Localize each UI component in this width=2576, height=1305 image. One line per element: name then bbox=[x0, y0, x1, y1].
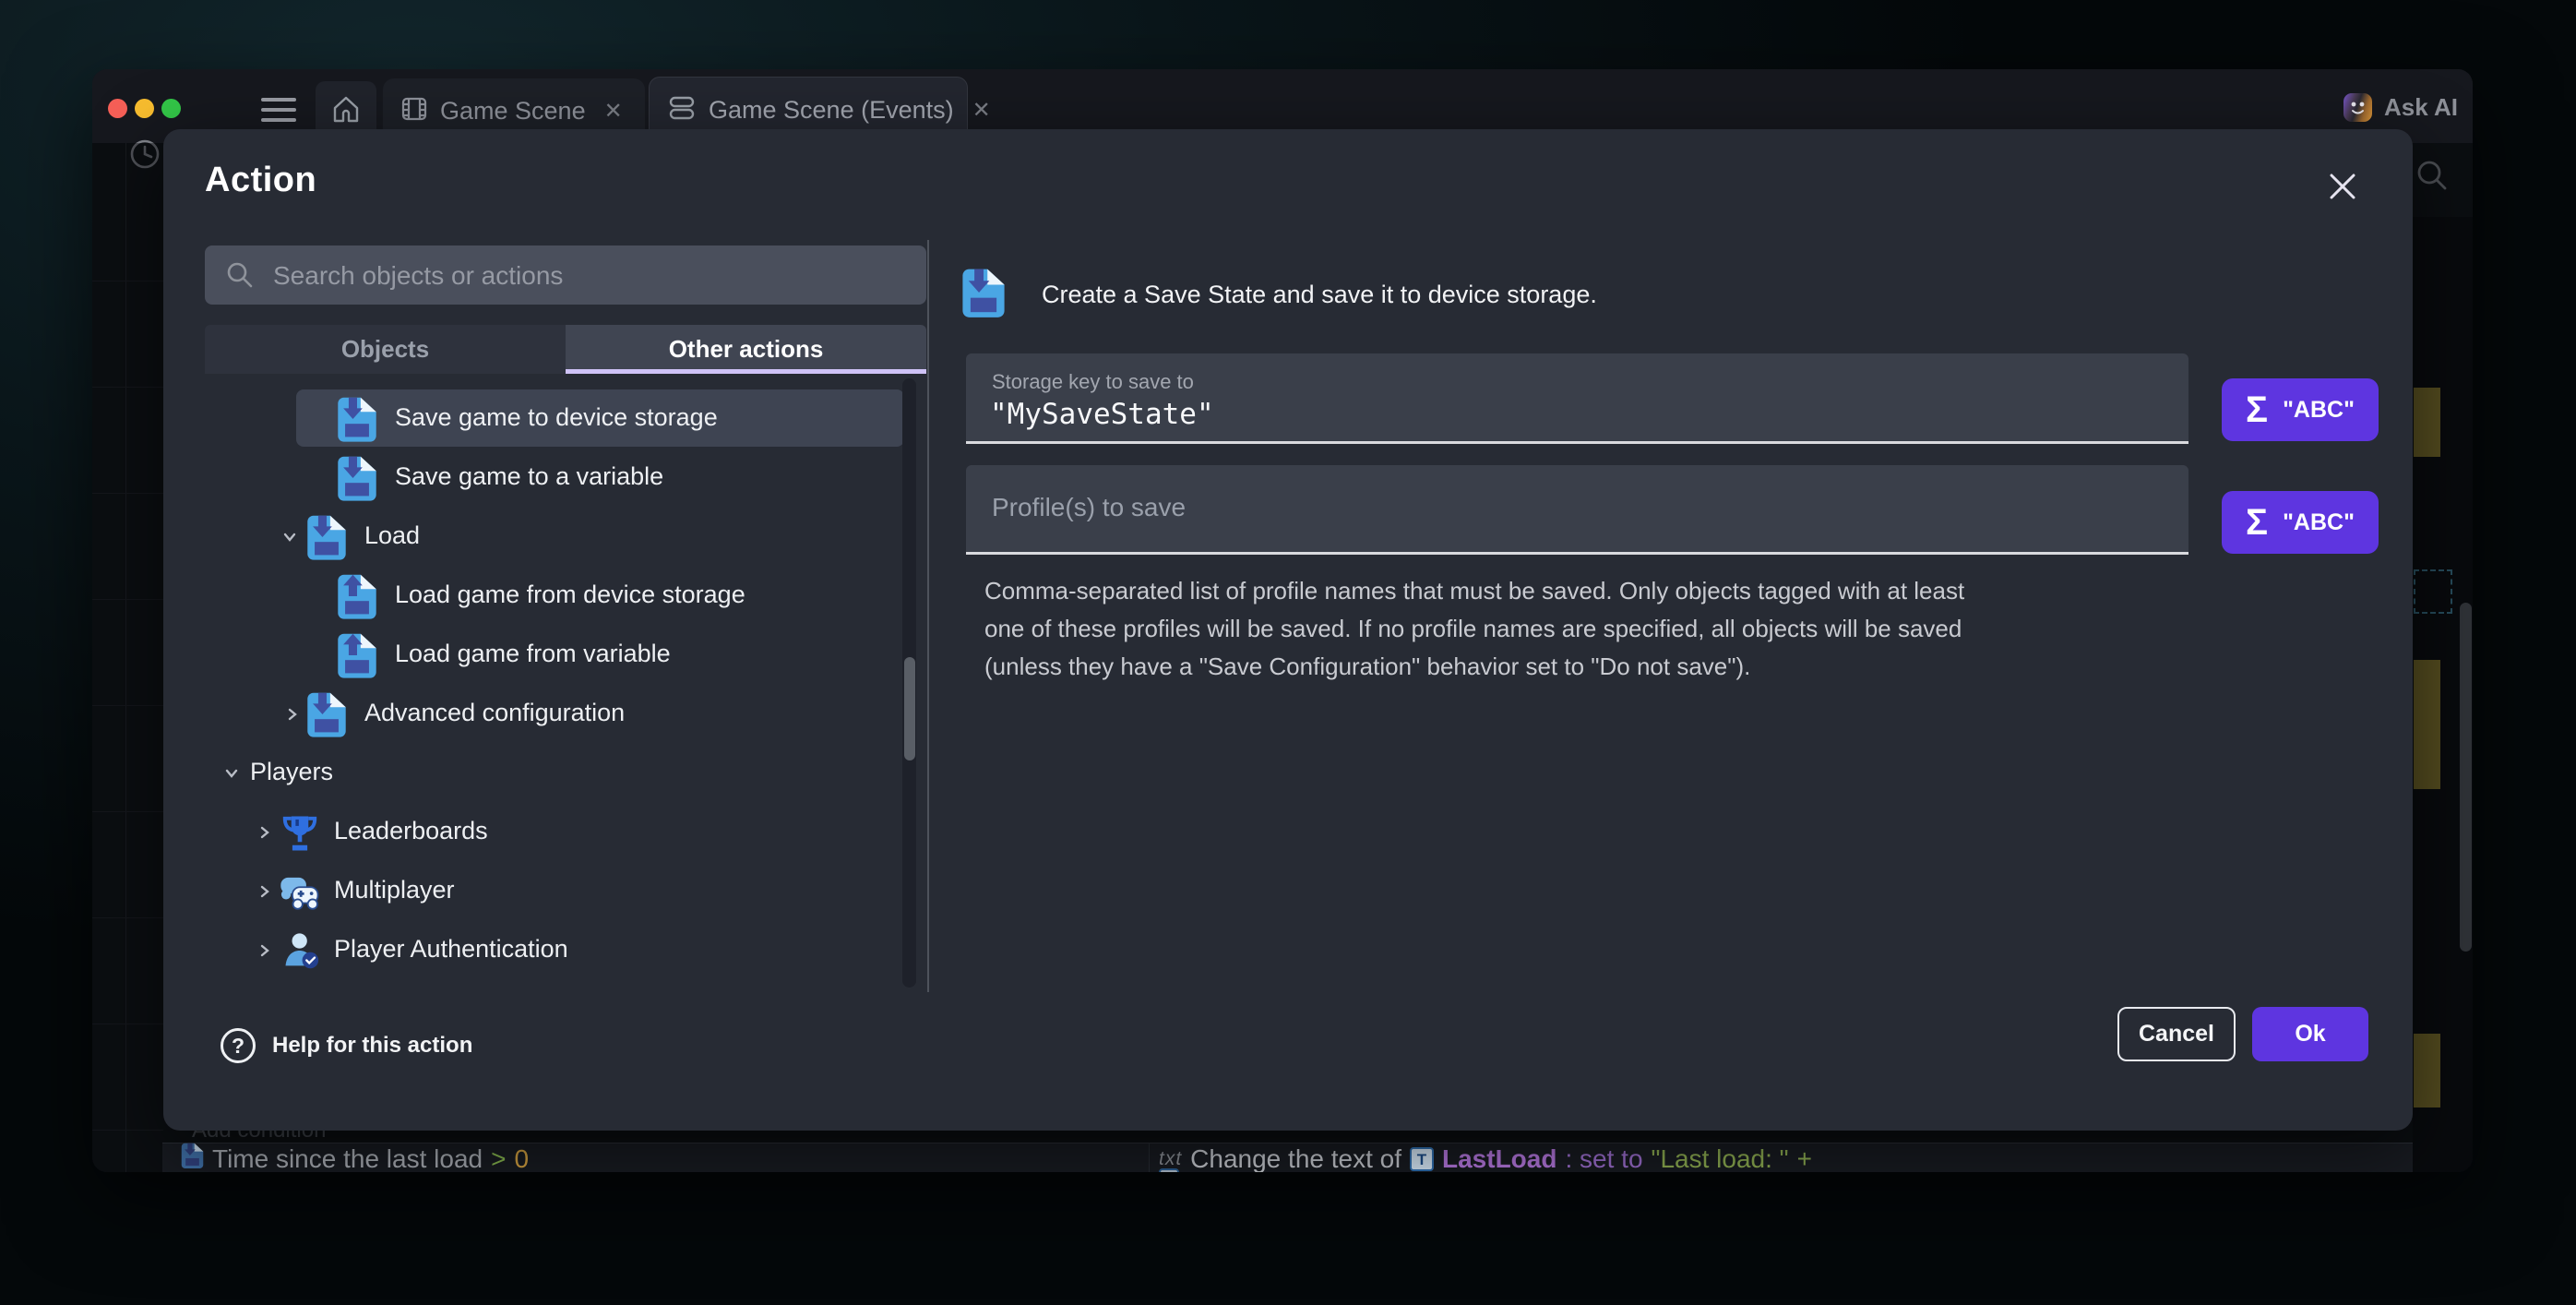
chevron-right-icon[interactable] bbox=[283, 705, 302, 728]
search-icon bbox=[225, 260, 255, 294]
list-group-player-authentication[interactable]: Player Authentication bbox=[205, 923, 926, 978]
dialog-tabs: Objects Other actions bbox=[205, 325, 926, 374]
list-scrollbar-thumb[interactable] bbox=[904, 657, 915, 760]
action-search-input[interactable] bbox=[271, 245, 912, 306]
screenshot-stage: Game Scene ✕ Game Scene (Events) ✕ bbox=[0, 0, 2576, 1305]
save-icon bbox=[181, 1143, 204, 1172]
action-dialog: Action Objects Other actions bbox=[163, 129, 2413, 1131]
save-down-icon bbox=[337, 396, 377, 447]
tab-label: Game Scene (Events) bbox=[709, 96, 954, 125]
chevron-down-icon[interactable] bbox=[222, 764, 241, 787]
load-up-icon bbox=[337, 632, 377, 683]
text-action-icon: txt bbox=[1159, 1148, 1182, 1170]
event-condition-cell[interactable]: Time since the last load > 0 bbox=[181, 1143, 529, 1172]
close-tab-icon[interactable]: ✕ bbox=[604, 98, 623, 125]
event-column-divider[interactable] bbox=[1149, 1143, 1150, 1172]
list-item-label: Load game from device storage bbox=[395, 581, 745, 609]
film-icon bbox=[401, 96, 427, 126]
tab-objects[interactable]: Objects bbox=[205, 325, 566, 374]
action-plus: + bbox=[1797, 1144, 1812, 1173]
expression-type-label: "ABC" bbox=[2283, 397, 2355, 424]
ask-ai-label: Ask AI bbox=[2384, 93, 2458, 122]
text-object-icon: T bbox=[1410, 1147, 1434, 1171]
condition-text: Time since the last load bbox=[212, 1144, 483, 1173]
multiplayer-gamepads-icon bbox=[279, 874, 321, 916]
traffic-light-minimize[interactable] bbox=[135, 99, 154, 118]
load-up-icon bbox=[337, 573, 377, 624]
list-item-label: Load game from variable bbox=[395, 640, 671, 668]
action-description: Create a Save State and save it to devic… bbox=[1042, 281, 1597, 309]
action-string-literal: "Last load: " bbox=[1652, 1144, 1789, 1173]
condition-value: 0 bbox=[514, 1144, 529, 1173]
chevron-right-icon[interactable] bbox=[256, 882, 274, 905]
expression-editor-button[interactable]: Σ "ABC" bbox=[2222, 491, 2379, 554]
traffic-light-zoom[interactable] bbox=[161, 99, 181, 118]
expression-type-label: "ABC" bbox=[2283, 509, 2355, 536]
ok-button[interactable]: Ok bbox=[2252, 1007, 2368, 1061]
list-group-load[interactable]: Load bbox=[205, 509, 926, 565]
app-window: Game Scene ✕ Game Scene (Events) ✕ bbox=[92, 69, 2473, 1172]
pane-divider bbox=[927, 240, 929, 992]
sigma-icon: Σ bbox=[2246, 391, 2268, 428]
ai-smiley-icon bbox=[2343, 93, 2372, 122]
list-item-label: Save game to a variable bbox=[395, 462, 663, 491]
list-item-label: Load bbox=[364, 521, 420, 550]
list-group-players[interactable]: Players bbox=[205, 746, 926, 801]
list-item-save-game-to-a-variable[interactable]: Save game to a variable bbox=[205, 450, 926, 506]
chevron-right-icon[interactable] bbox=[256, 823, 274, 846]
list-item-label: Advanced configuration bbox=[364, 699, 625, 727]
help-label: Help for this action bbox=[272, 1033, 472, 1059]
save-down-icon bbox=[306, 691, 347, 742]
help-for-action-link[interactable]: ? Help for this action bbox=[221, 1028, 472, 1063]
tab-other-actions[interactable]: Other actions bbox=[566, 325, 926, 374]
events-sheet-icon bbox=[668, 94, 696, 126]
list-group-advanced-configuration[interactable]: Advanced configuration bbox=[205, 687, 926, 742]
profiles-field[interactable]: Profile(s) to save bbox=[966, 465, 2188, 555]
traffic-light-close[interactable] bbox=[108, 99, 127, 118]
menu-hamburger-icon[interactable] bbox=[261, 98, 296, 122]
field-label: Storage key to save to bbox=[992, 370, 1194, 394]
action-search-box bbox=[205, 245, 926, 305]
player-auth-icon bbox=[282, 931, 321, 975]
save-down-icon bbox=[961, 268, 1006, 322]
trophy-icon bbox=[280, 813, 319, 858]
expression-editor-button[interactable]: Σ "ABC" bbox=[2222, 378, 2379, 441]
field-placeholder: Profile(s) to save bbox=[992, 493, 1186, 522]
field-help-text: Comma-separated list of profile names th… bbox=[984, 572, 2184, 686]
question-mark-icon: ? bbox=[221, 1028, 256, 1063]
storage-key-field[interactable]: Storage key to save to "MySaveState" bbox=[966, 353, 2188, 444]
list-item-load-game-from-device-storage[interactable]: Load game from device storage bbox=[205, 569, 926, 624]
home-icon bbox=[330, 94, 362, 130]
list-item-load-game-from-variable[interactable]: Load game from variable bbox=[205, 628, 926, 683]
list-item-label: Save game to device storage bbox=[395, 403, 718, 432]
cancel-button[interactable]: Cancel bbox=[2117, 1007, 2236, 1061]
close-tab-icon[interactable]: ✕ bbox=[972, 97, 991, 124]
condition-operator: > bbox=[491, 1144, 506, 1173]
list-group-multiplayer[interactable]: Multiplayer bbox=[205, 864, 926, 919]
ask-ai-button[interactable]: Ask AI bbox=[2343, 93, 2458, 122]
dialog-title: Action bbox=[205, 161, 316, 200]
save-down-icon bbox=[337, 455, 377, 506]
dialog-close-button[interactable] bbox=[2324, 168, 2361, 205]
list-item-label: Leaderboards bbox=[334, 817, 488, 845]
save-down-icon bbox=[306, 514, 347, 565]
tab-label: Game Scene bbox=[440, 97, 586, 126]
field-value: "MySaveState" bbox=[990, 398, 1214, 431]
list-group-leaderboards[interactable]: Leaderboards bbox=[205, 805, 926, 860]
list-item-label: Players bbox=[250, 758, 333, 786]
expression-icon bbox=[1159, 1168, 1179, 1172]
chevron-right-icon[interactable] bbox=[256, 941, 274, 964]
chevron-down-icon[interactable] bbox=[280, 528, 299, 551]
list-item-label: Player Authentication bbox=[334, 935, 568, 964]
sigma-icon: Σ bbox=[2246, 504, 2268, 541]
event-action-second-line: Styles(SaveState.TimeSinceLastLoad()) bbox=[1159, 1168, 1614, 1172]
action-expression-text: Styles(SaveState.TimeSinceLastLoad()) bbox=[1188, 1168, 1614, 1172]
list-item-save-game-to-device-storage[interactable]: Save game to device storage bbox=[205, 391, 926, 447]
list-item-label: Multiplayer bbox=[334, 876, 455, 904]
